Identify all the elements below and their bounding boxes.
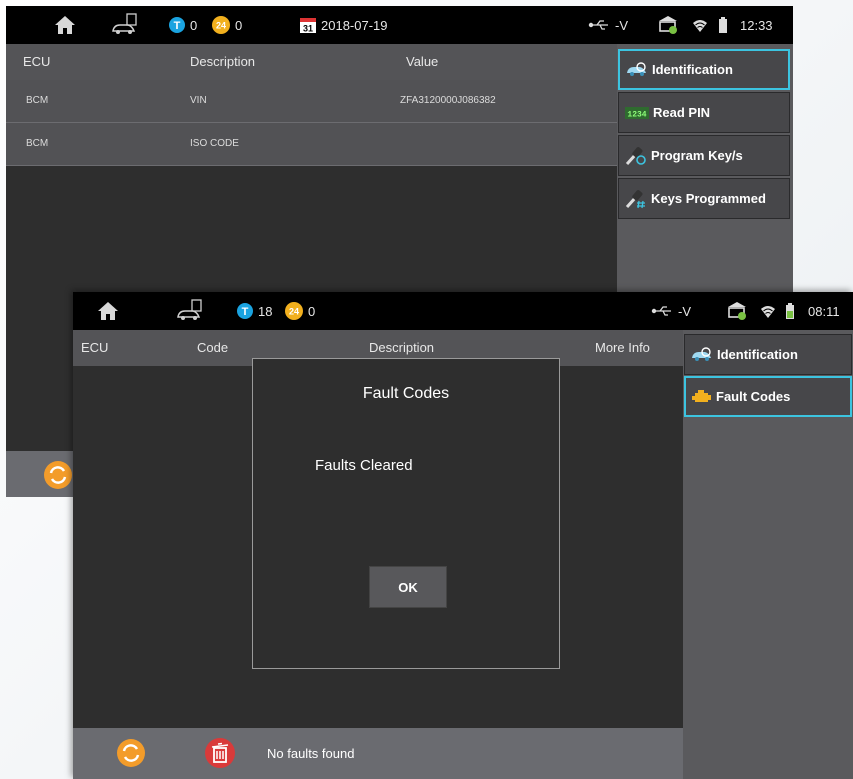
cell-description: VIN: [190, 95, 207, 106]
sidebar-item-read-pin[interactable]: 1234 Read PIN: [618, 92, 790, 133]
date-text: 2018-07-19: [321, 17, 388, 33]
t-count: 18: [258, 303, 273, 319]
car-search-icon: [626, 61, 648, 78]
sidebar-item-program-keys[interactable]: Program Key/s: [618, 135, 790, 176]
table-header: ECU Description Value: [6, 44, 617, 80]
bottom-status-text: No faults found: [267, 746, 355, 761]
clock-text: 12:33: [740, 17, 773, 33]
sidebar-item-label: Read PIN: [653, 105, 711, 120]
vci-connected-icon: [726, 292, 748, 330]
status-bar: T 0 24 0 31 2018-07-19 -V 12:33: [6, 6, 793, 44]
engine-icon: [692, 389, 712, 405]
home-icon[interactable]: [96, 292, 120, 330]
svg-text:31: 31: [303, 24, 313, 34]
car-search-icon: [691, 346, 713, 363]
usb-status: -V: [588, 6, 628, 44]
battery-icon: [719, 6, 727, 44]
column-header-ecu: ECU: [81, 340, 109, 355]
clock-text: 08:11: [808, 303, 840, 319]
table-row[interactable]: BCM VIN ZFA3120000J086382: [6, 80, 617, 123]
usb-status: -V: [651, 292, 691, 330]
sidebar-item-label: Fault Codes: [716, 389, 791, 404]
usb-icon: [651, 305, 673, 317]
t-badge: T 18: [237, 292, 272, 330]
dtc-badge: 24 0: [212, 6, 242, 44]
cell-ecu: BCM: [26, 138, 49, 149]
cell-description: ISO CODE: [190, 138, 239, 149]
sidebar-item-label: Identification: [652, 62, 733, 77]
sidebar-menu: Identification Fault Codes: [683, 330, 853, 779]
dialog-message: Faults Cleared: [315, 457, 413, 474]
fault-codes-dialog: Fault Codes Faults Cleared OK: [252, 358, 560, 669]
column-header-description: Description: [190, 54, 256, 69]
refresh-icon[interactable]: [116, 738, 146, 771]
svg-text:T: T: [242, 306, 249, 318]
t-circle-icon: T: [169, 17, 185, 33]
dialog-title: Fault Codes: [362, 385, 450, 402]
dtc-badge: 24 0: [285, 292, 315, 330]
svg-text:24: 24: [216, 21, 226, 31]
wifi-icon: [760, 292, 776, 330]
sidebar-item-keys-programmed[interactable]: Keys Programmed: [618, 178, 790, 219]
dtc-count: 0: [308, 303, 316, 319]
sidebar-item-identification[interactable]: Identification: [618, 49, 790, 90]
column-header-ecu: ECU: [23, 54, 51, 69]
usb-icon: [588, 19, 610, 31]
usb-text: -V: [615, 17, 628, 33]
date-display: 31 2018-07-19: [300, 6, 388, 44]
cell-value: ZFA3120000J086382: [400, 95, 496, 106]
sidebar-item-label: Program Key/s: [651, 148, 743, 163]
vehicle-report-icon[interactable]: [110, 6, 142, 44]
vci-connected-icon: [657, 6, 679, 44]
column-header-code: Code: [197, 340, 229, 355]
refresh-icon[interactable]: [43, 460, 73, 493]
dtc-circle-icon: 24: [285, 302, 303, 320]
column-header-value: Value: [406, 54, 439, 69]
svg-text:24: 24: [289, 307, 299, 317]
sidebar-item-identification[interactable]: Identification: [684, 334, 852, 375]
column-header-more-info: More Info: [595, 340, 650, 355]
table-row[interactable]: BCM ISO CODE: [6, 123, 617, 166]
battery-charging-icon: [786, 292, 794, 330]
cell-ecu: BCM: [26, 95, 49, 106]
key-program-icon: [625, 146, 647, 166]
calendar-icon: 31: [300, 17, 316, 33]
dtc-count: 0: [235, 17, 243, 33]
status-bar: T 18 24 0 -V 08:11: [73, 292, 853, 330]
ok-button[interactable]: OK: [369, 566, 447, 608]
screen-fault-codes: T 18 24 0 -V 08:11 ECU Code Description …: [73, 292, 853, 779]
t-count: 0: [190, 17, 198, 33]
sidebar-item-fault-codes[interactable]: Fault Codes: [684, 376, 852, 417]
svg-text:1234: 1234: [627, 110, 646, 119]
home-icon[interactable]: [53, 6, 77, 44]
vehicle-report-icon[interactable]: [175, 292, 207, 330]
trash-icon[interactable]: [204, 737, 236, 772]
dtc-circle-icon: 24: [212, 16, 230, 34]
sidebar-item-label: Keys Programmed: [651, 191, 766, 206]
key-hash-icon: [625, 189, 647, 209]
wifi-icon: [692, 6, 708, 44]
pin-display-icon: 1234: [625, 106, 649, 119]
usb-text: -V: [678, 303, 691, 319]
svg-text:T: T: [174, 20, 181, 32]
t-badge: T 0: [169, 6, 197, 44]
sidebar-item-label: Identification: [717, 347, 798, 362]
t-circle-icon: T: [237, 303, 253, 319]
bottom-bar: No faults found: [73, 728, 683, 779]
